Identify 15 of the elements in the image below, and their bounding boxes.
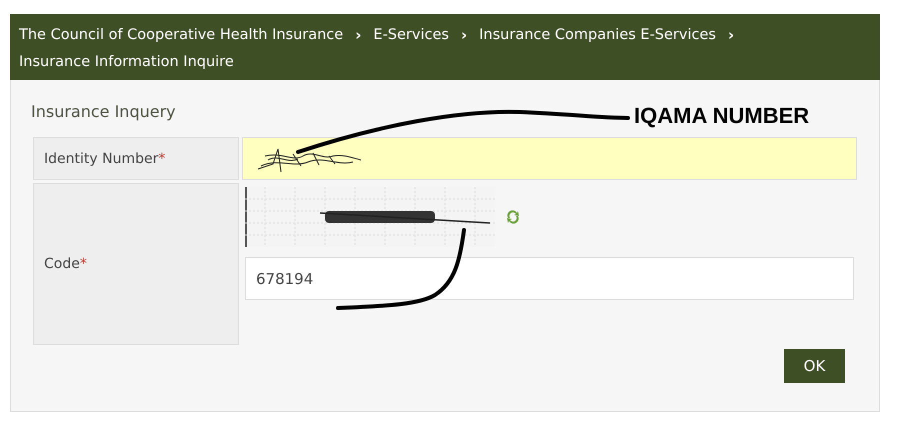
separator-chevron: › <box>460 26 468 44</box>
field-label: Identity Number* <box>44 150 166 166</box>
refresh-icon[interactable] <box>505 209 521 225</box>
input-field[interactable] <box>242 137 857 180</box>
breadcrumb-link[interactable]: Insurance Information Inquire <box>19 54 234 70</box>
form-title: Insurance Inquery <box>31 102 176 121</box>
breadcrumb-link[interactable]: E-Services <box>373 27 449 43</box>
ok-button[interactable]: OK <box>784 349 845 383</box>
field-label: Code* <box>44 256 87 272</box>
annotation-text: IQAMA NUMBER <box>634 103 810 129</box>
separator-chevron: › <box>355 26 362 44</box>
input-field[interactable]: 678194 <box>245 257 854 300</box>
breadcrumb-link[interactable]: Insurance Companies E-Services <box>479 27 716 43</box>
separator-chevron: › <box>728 26 734 44</box>
breadcrumb-link[interactable]: The Council of Cooperative Health Insurance <box>19 27 344 43</box>
